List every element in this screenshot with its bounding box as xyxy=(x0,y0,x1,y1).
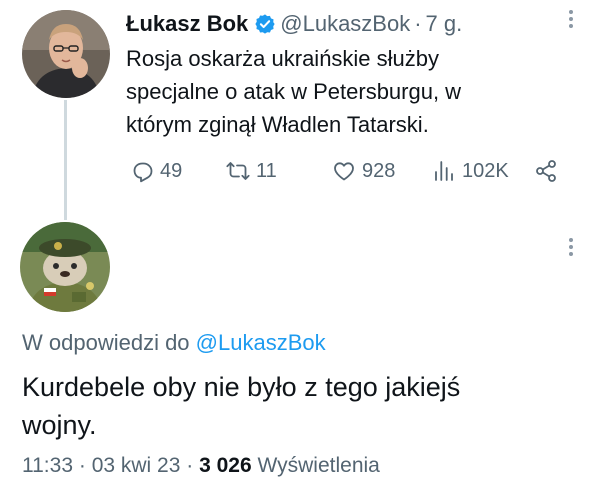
reply-meta: 11:33 · 03 kwi 23 · 3 026 Wyświetlenia xyxy=(22,454,380,478)
author-avatar[interactable] xyxy=(22,10,110,98)
like-icon xyxy=(334,162,354,181)
more-icon[interactable] xyxy=(566,10,576,28)
thread-connector-line xyxy=(64,100,67,220)
share-button[interactable] xyxy=(534,152,558,190)
reply-time[interactable]: 11:33 xyxy=(22,454,73,477)
reply-count: 49 xyxy=(160,159,183,182)
reply-icon xyxy=(133,162,153,183)
retweet-button[interactable]: 11 xyxy=(226,152,277,190)
like-count: 928 xyxy=(362,159,396,182)
reply-date[interactable]: 03 kwi 23 xyxy=(92,454,181,477)
views-button[interactable]: 102K xyxy=(432,152,509,190)
views-count: 102K xyxy=(462,159,509,182)
separator-dot: · xyxy=(414,11,422,36)
tweet-action-bar: 49 11 928 102K xyxy=(126,152,566,190)
retweet-icon xyxy=(226,162,250,180)
reply-views-count: 3 026 xyxy=(199,454,252,477)
views-icon xyxy=(435,161,453,181)
reply-button[interactable]: 49 xyxy=(130,152,182,190)
like-button[interactable]: 928 xyxy=(332,152,395,190)
meta-separator: · xyxy=(78,454,86,477)
reply-author-avatar[interactable] xyxy=(20,222,110,312)
author-handle[interactable]: @LukaszBok xyxy=(280,11,410,37)
reply-body-text: Kurdebele oby nie było z tego jakiejś wo… xyxy=(22,372,461,440)
reply-views-label: Wyświetlenia xyxy=(257,454,380,477)
tweet-body-text: Rosja oskarża ukraińskie służby specjaln… xyxy=(126,46,462,137)
reply-context-label: W odpowiedzi do xyxy=(22,330,190,355)
reply-context-mention-link[interactable]: @LukaszBok xyxy=(196,330,326,355)
verified-badge-icon xyxy=(255,14,275,34)
tweet-timestamp[interactable]: 7 g. xyxy=(426,11,463,37)
more-icon[interactable] xyxy=(566,238,576,256)
share-icon xyxy=(536,160,556,182)
meta-separator: · xyxy=(186,454,194,477)
reply-context: W odpowiedzi do @LukaszBok xyxy=(22,330,326,356)
tweet-header: Łukasz Bok @LukaszBok · 7 g. xyxy=(126,8,462,40)
retweet-count: 11 xyxy=(256,159,277,182)
author-name[interactable]: Łukasz Bok xyxy=(126,11,248,37)
